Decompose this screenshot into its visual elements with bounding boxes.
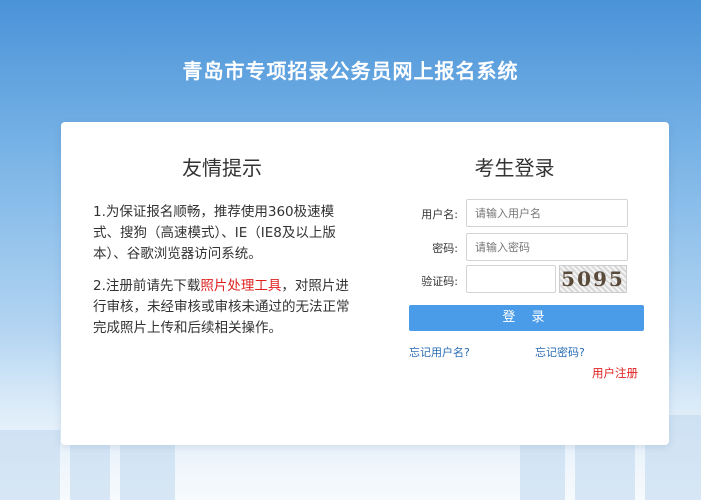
login-title: 考生登录 — [474, 156, 555, 180]
tip-item-2: 2.注册前请先下载照片处理工具，对照片进行审核，未经审核或审核未通过的无法正常完… — [93, 276, 355, 339]
forgot-username-link[interactable]: 忘记用户名? — [409, 344, 470, 360]
login-card: 友情提示 1.为保证报名顺畅，推荐使用360极速模式、搜狗（高速模式）、IE（I… — [61, 122, 669, 445]
forgot-password-link[interactable]: 忘记密码? — [535, 344, 585, 360]
tip-item-2-prefix: 2.注册前请先下载 — [93, 278, 201, 294]
photo-tool-link[interactable]: 照片处理工具 — [200, 278, 281, 294]
tip-item-1: 1.为保证报名顺畅，推荐使用360极速模式、搜狗（高速模式）、IE（IE8及以上… — [93, 204, 336, 262]
captcha-label: 验证码: — [421, 275, 458, 288]
login-button[interactable]: 登 录 — [409, 305, 644, 331]
page-title: 青岛市专项招录公务员网上报名系统 — [182, 59, 519, 83]
tips-title: 友情提示 — [182, 156, 262, 180]
tips-content: 1.为保证报名顺畅，推荐使用360极速模式、搜狗（高速模式）、IE（IE8及以上… — [93, 202, 355, 350]
username-label: 用户名: — [421, 208, 458, 221]
username-input[interactable] — [466, 199, 628, 227]
password-input[interactable] — [466, 233, 628, 261]
captcha-input[interactable] — [466, 265, 556, 293]
password-label: 密码: — [432, 242, 458, 255]
register-link[interactable]: 用户注册 — [592, 365, 638, 381]
captcha-image[interactable]: 5095 — [559, 265, 627, 293]
